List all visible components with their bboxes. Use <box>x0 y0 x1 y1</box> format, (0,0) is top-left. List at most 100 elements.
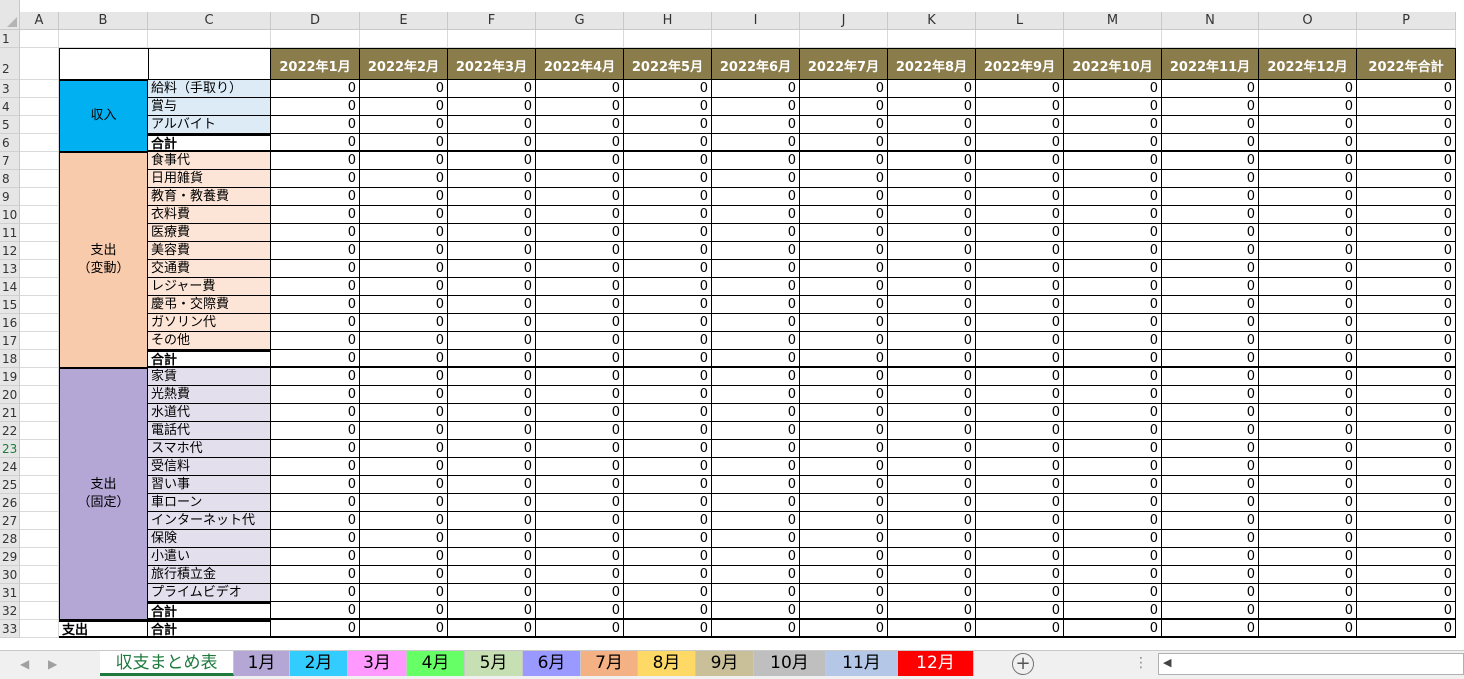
value-cell[interactable]: 0 <box>800 170 888 188</box>
value-cell[interactable]: 0 <box>1162 350 1259 368</box>
value-cell[interactable]: 0 <box>1357 620 1456 638</box>
column-header-g[interactable]: G <box>536 12 624 30</box>
value-cell[interactable]: 0 <box>448 494 536 512</box>
value-cell[interactable]: 0 <box>1064 188 1162 206</box>
value-cell[interactable]: 0 <box>536 440 624 458</box>
total-label[interactable]: 合計 <box>148 134 271 152</box>
value-cell[interactable]: 0 <box>536 170 624 188</box>
value-cell[interactable]: 0 <box>271 152 360 170</box>
value-cell[interactable]: 0 <box>1162 386 1259 404</box>
value-cell[interactable]: 0 <box>360 566 448 584</box>
value-cell[interactable]: 0 <box>888 80 976 98</box>
value-cell[interactable]: 0 <box>1162 494 1259 512</box>
grid-cell[interactable] <box>20 170 59 188</box>
value-cell[interactable]: 0 <box>624 440 712 458</box>
value-cell[interactable]: 0 <box>888 512 976 530</box>
value-cell[interactable]: 0 <box>976 404 1064 422</box>
value-cell[interactable]: 0 <box>712 602 800 620</box>
value-cell[interactable]: 0 <box>448 98 536 116</box>
value-cell[interactable]: 0 <box>1259 116 1357 134</box>
value-cell[interactable]: 0 <box>1357 548 1456 566</box>
value-cell[interactable]: 0 <box>976 332 1064 350</box>
group-label-income[interactable]: 収入 <box>59 80 148 152</box>
value-cell[interactable]: 0 <box>800 602 888 620</box>
value-cell[interactable]: 0 <box>712 134 800 152</box>
value-cell[interactable]: 0 <box>1162 80 1259 98</box>
value-cell[interactable]: 0 <box>888 350 976 368</box>
value-cell[interactable]: 0 <box>536 566 624 584</box>
row-header-31[interactable]: 31 <box>0 584 20 602</box>
column-header-d[interactable]: D <box>271 12 360 30</box>
value-cell[interactable]: 0 <box>1357 332 1456 350</box>
value-cell[interactable]: 0 <box>271 350 360 368</box>
value-cell[interactable]: 0 <box>271 584 360 602</box>
value-cell[interactable]: 0 <box>448 314 536 332</box>
value-cell[interactable]: 0 <box>888 476 976 494</box>
column-header-m[interactable]: M <box>1064 12 1162 30</box>
value-cell[interactable]: 0 <box>800 620 888 638</box>
value-cell[interactable]: 0 <box>448 512 536 530</box>
value-cell[interactable]: 0 <box>976 134 1064 152</box>
scroll-left-icon[interactable]: ◀ <box>1163 656 1171 669</box>
value-cell[interactable]: 0 <box>624 458 712 476</box>
value-cell[interactable]: 0 <box>1064 152 1162 170</box>
value-cell[interactable]: 0 <box>800 494 888 512</box>
value-cell[interactable]: 0 <box>360 458 448 476</box>
value-cell[interactable]: 0 <box>1162 620 1259 638</box>
value-cell[interactable]: 0 <box>712 584 800 602</box>
value-cell[interactable]: 0 <box>360 152 448 170</box>
row-header-22[interactable]: 22 <box>0 422 20 440</box>
category-label[interactable]: 光熱費 <box>148 386 271 404</box>
value-cell[interactable]: 0 <box>1259 548 1357 566</box>
value-cell[interactable]: 0 <box>976 548 1064 566</box>
value-cell[interactable]: 0 <box>1259 368 1357 386</box>
value-cell[interactable]: 0 <box>624 530 712 548</box>
value-cell[interactable]: 0 <box>271 188 360 206</box>
value-cell[interactable]: 0 <box>624 548 712 566</box>
value-cell[interactable]: 0 <box>624 584 712 602</box>
row-header-26[interactable]: 26 <box>0 494 20 512</box>
value-cell[interactable]: 0 <box>271 386 360 404</box>
value-cell[interactable]: 0 <box>360 584 448 602</box>
value-cell[interactable]: 0 <box>1064 242 1162 260</box>
value-cell[interactable]: 0 <box>976 620 1064 638</box>
grid-cell[interactable] <box>20 314 59 332</box>
month-header[interactable]: 2022年10月 <box>1064 48 1162 80</box>
value-cell[interactable]: 0 <box>1064 170 1162 188</box>
value-cell[interactable]: 0 <box>1357 134 1456 152</box>
value-cell[interactable]: 0 <box>1064 476 1162 494</box>
value-cell[interactable]: 0 <box>1064 224 1162 242</box>
grid-cell[interactable] <box>20 566 59 584</box>
value-cell[interactable]: 0 <box>271 332 360 350</box>
value-cell[interactable]: 0 <box>624 242 712 260</box>
value-cell[interactable]: 0 <box>624 116 712 134</box>
grid-cell[interactable] <box>1162 30 1259 48</box>
value-cell[interactable]: 0 <box>712 440 800 458</box>
value-cell[interactable]: 0 <box>976 368 1064 386</box>
value-cell[interactable]: 0 <box>360 260 448 278</box>
sheet-tab[interactable]: 10月 <box>754 651 826 676</box>
value-cell[interactable]: 0 <box>624 152 712 170</box>
value-cell[interactable]: 0 <box>1357 170 1456 188</box>
value-cell[interactable]: 0 <box>624 386 712 404</box>
value-cell[interactable]: 0 <box>1259 134 1357 152</box>
value-cell[interactable]: 0 <box>360 548 448 566</box>
value-cell[interactable]: 0 <box>536 260 624 278</box>
value-cell[interactable]: 0 <box>624 278 712 296</box>
grid-cell[interactable] <box>1357 30 1456 48</box>
value-cell[interactable]: 0 <box>271 170 360 188</box>
value-cell[interactable]: 0 <box>888 116 976 134</box>
value-cell[interactable]: 0 <box>360 80 448 98</box>
value-cell[interactable]: 0 <box>800 314 888 332</box>
row-header-5[interactable]: 5 <box>0 116 20 134</box>
row-header-19[interactable]: 19 <box>0 368 20 386</box>
value-cell[interactable]: 0 <box>1357 116 1456 134</box>
value-cell[interactable]: 0 <box>712 548 800 566</box>
value-cell[interactable]: 0 <box>1064 98 1162 116</box>
grid-cell[interactable] <box>148 30 271 48</box>
value-cell[interactable]: 0 <box>1064 404 1162 422</box>
value-cell[interactable]: 0 <box>976 152 1064 170</box>
grid-cell[interactable] <box>20 80 59 98</box>
value-cell[interactable]: 0 <box>1259 170 1357 188</box>
month-header[interactable]: 2022年8月 <box>888 48 976 80</box>
